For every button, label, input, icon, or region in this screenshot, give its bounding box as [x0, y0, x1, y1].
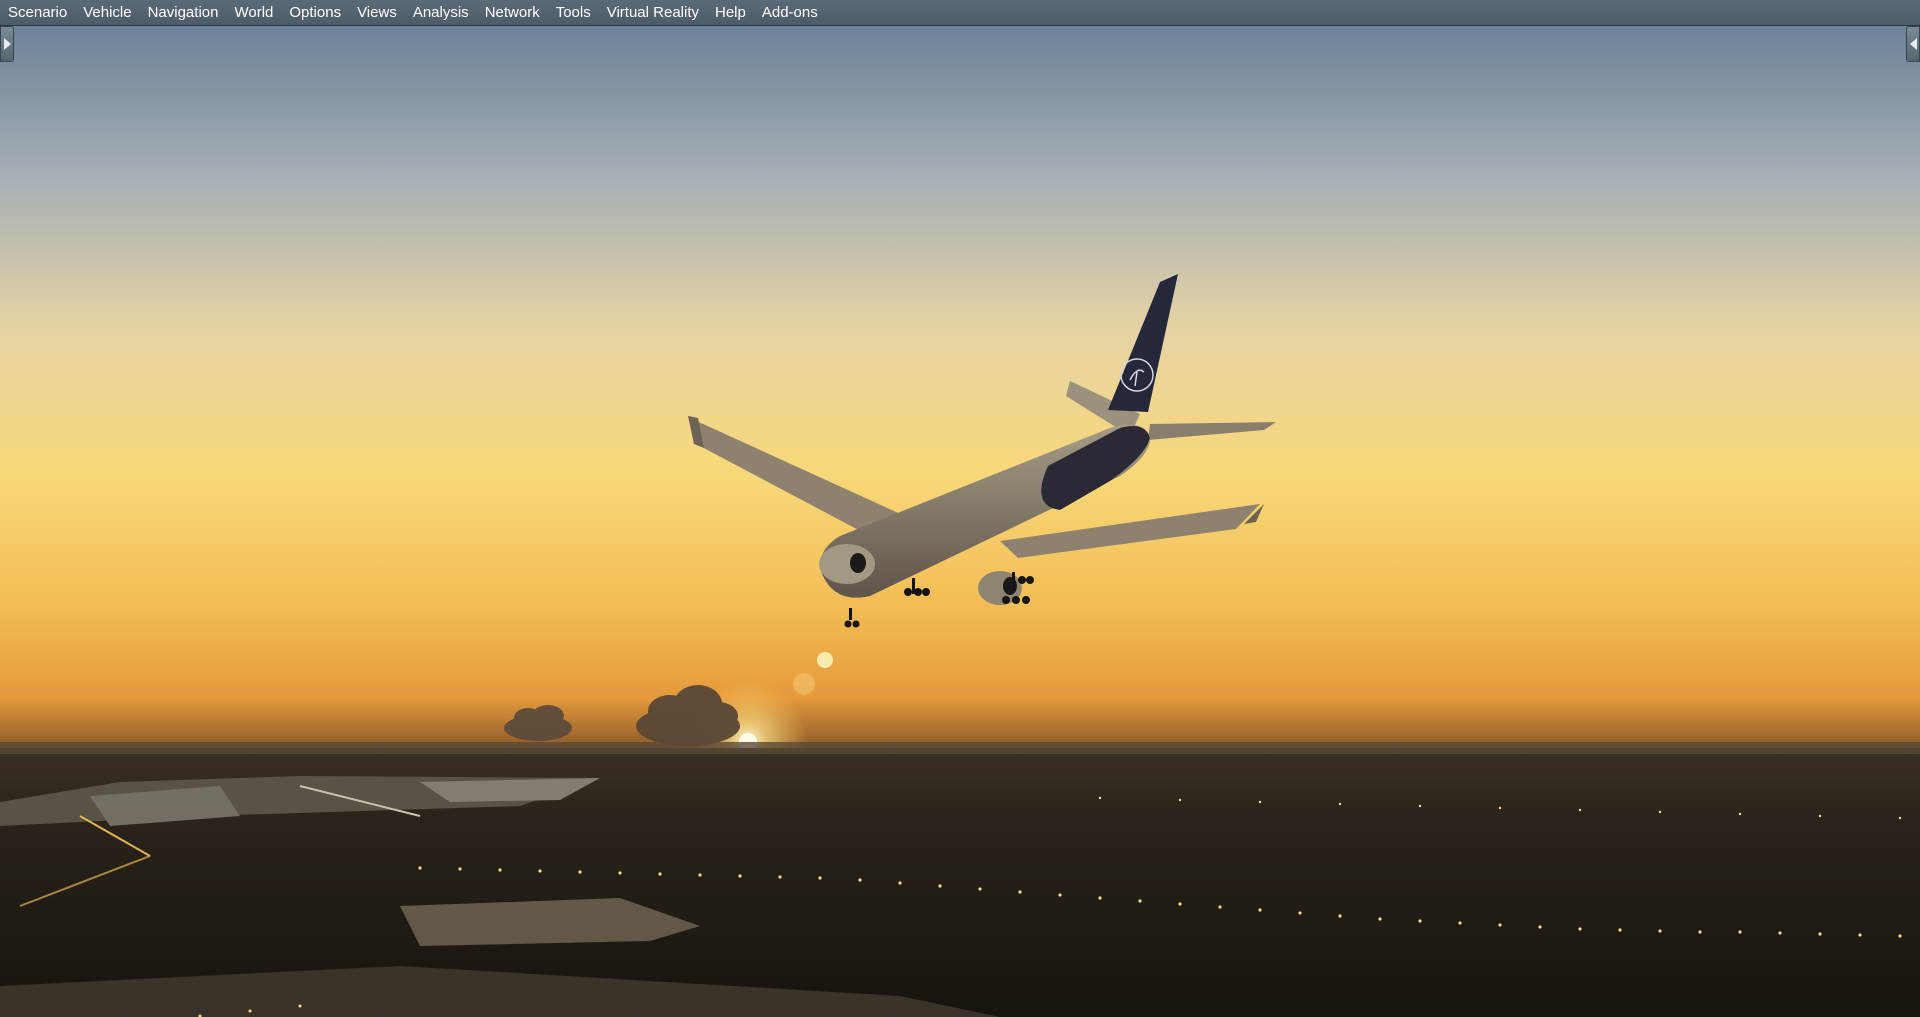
- menu-tools[interactable]: Tools: [550, 1, 601, 25]
- lens-flare-2: [793, 673, 815, 695]
- menu-network[interactable]: Network: [479, 1, 550, 25]
- menu-vehicle[interactable]: Vehicle: [77, 1, 141, 25]
- horizon-haze: [0, 742, 1920, 754]
- menu-scenario[interactable]: Scenario: [2, 1, 77, 25]
- menu-world[interactable]: World: [228, 1, 283, 25]
- right-panel-toggle[interactable]: [1906, 26, 1920, 62]
- menu-navigation[interactable]: Navigation: [142, 1, 229, 25]
- menu-help[interactable]: Help: [709, 1, 756, 25]
- expand-left-arrow-icon: [1909, 38, 1917, 50]
- menu-options[interactable]: Options: [283, 1, 351, 25]
- menu-virtual-reality[interactable]: Virtual Reality: [601, 1, 709, 25]
- menu-views[interactable]: Views: [351, 1, 407, 25]
- lens-flare: [817, 652, 833, 668]
- left-engine: [819, 544, 875, 584]
- sky: [0, 26, 1920, 748]
- simulator-3d-view[interactable]: [0, 26, 1920, 1017]
- menu-bar: Scenario Vehicle Navigation World Option…: [0, 0, 1920, 26]
- simulator-window: Scenario Vehicle Navigation World Option…: [0, 0, 1920, 1017]
- expand-right-arrow-icon: [3, 38, 11, 50]
- menu-analysis[interactable]: Analysis: [407, 1, 479, 25]
- left-panel-toggle[interactable]: [0, 26, 14, 62]
- menu-add-ons[interactable]: Add-ons: [756, 1, 828, 25]
